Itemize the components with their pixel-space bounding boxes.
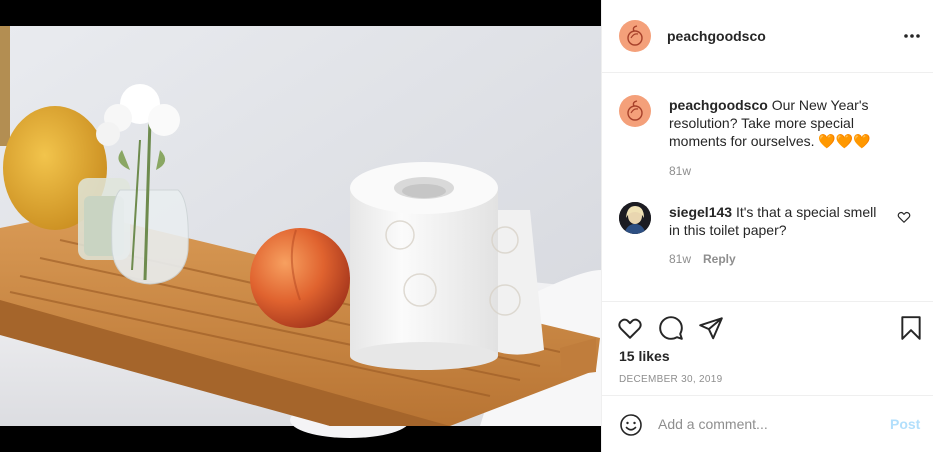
peach-logo-icon bbox=[627, 25, 643, 46]
comment-timestamp[interactable]: 81w bbox=[669, 252, 691, 266]
comment-heart-icon[interactable] bbox=[897, 210, 911, 224]
post-comment-button[interactable]: Post bbox=[890, 416, 920, 432]
add-comment-bar: Post bbox=[602, 395, 933, 452]
more-options-icon[interactable] bbox=[902, 26, 922, 46]
caption-username[interactable]: peachgoodsco bbox=[669, 97, 768, 113]
post-photo-illustration bbox=[0, 0, 601, 452]
caption-avatar[interactable] bbox=[619, 95, 651, 127]
comment-body: siegel143 It's that a special smell in t… bbox=[669, 203, 891, 239]
post-header: peachgoodsco bbox=[602, 0, 933, 73]
likes-count[interactable]: 15 likes bbox=[619, 348, 670, 364]
commenter-photo bbox=[619, 202, 651, 234]
commenter-avatar[interactable] bbox=[619, 202, 651, 234]
caption-body: peachgoodsco Our New Year's resolution? … bbox=[669, 96, 891, 150]
post-date[interactable]: DECEMBER 30, 2019 bbox=[619, 374, 722, 385]
commenter-username[interactable]: siegel143 bbox=[669, 204, 732, 220]
post-photo[interactable] bbox=[0, 0, 601, 452]
bookmark-icon[interactable] bbox=[898, 315, 924, 341]
share-paper-plane-icon[interactable] bbox=[698, 315, 724, 341]
peach-logo-icon bbox=[627, 100, 643, 121]
comment-input[interactable] bbox=[658, 412, 878, 436]
post-side-panel: peachgoodsco peachgoodsco Our New Year's… bbox=[601, 0, 933, 452]
caption-timestamp[interactable]: 81w bbox=[669, 164, 691, 178]
account-username[interactable]: peachgoodsco bbox=[667, 28, 766, 44]
account-avatar[interactable] bbox=[619, 20, 651, 52]
post-actions: 15 likes DECEMBER 30, 2019 bbox=[602, 301, 933, 393]
comment-bubble-icon[interactable] bbox=[658, 315, 684, 341]
reply-button[interactable]: Reply bbox=[703, 252, 736, 266]
emoji-icon[interactable] bbox=[619, 413, 643, 437]
heart-icon[interactable] bbox=[617, 315, 643, 341]
